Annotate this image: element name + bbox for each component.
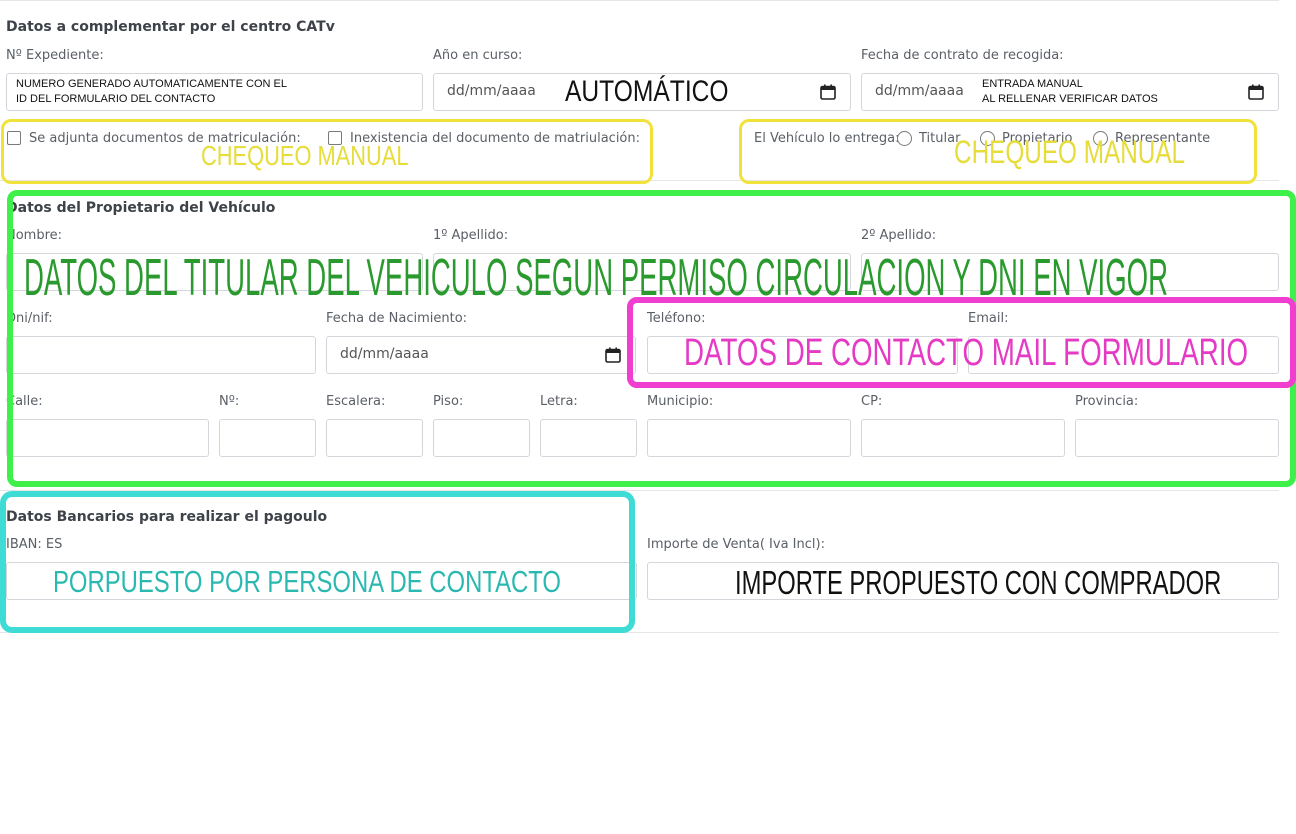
entrada-note-line1: ENTRADA MANUAL (982, 78, 1083, 90)
label-expediente: Nº Expediente: (6, 48, 104, 63)
fecha-contrato-placeholder: dd/mm/aaaa (875, 83, 964, 99)
contacto-note: DATOS DE CONTACTO MAIL FORMULARIO (684, 332, 1249, 374)
fecha-contrato-date-input[interactable]: dd/mm/aaaa ENTRADA MANUAL AL RELLENAR VE… (861, 73, 1279, 111)
calendar-icon[interactable] (820, 84, 836, 100)
annotation-box-bancarios (0, 491, 635, 633)
section-title-centro: Datos a complementar por el centro CATv (6, 19, 335, 35)
anio-date-placeholder: dd/mm/aaaa (447, 83, 536, 99)
expediente-note-line1: NUMERO GENERADO AUTOMATICAMENTE CON EL (16, 78, 287, 90)
anio-date-input[interactable]: dd/mm/aaaa AUTOMÁTICO (433, 73, 851, 111)
importe-input[interactable]: IMPORTE PROPUESTO CON COMPRADOR (647, 562, 1279, 601)
expediente-note-line2: ID DEL FORMULARIO DEL CONTACTO (16, 93, 216, 105)
label-anio: Año en curso: (433, 48, 523, 63)
automatico-note: AUTOMÁTICO (565, 75, 729, 108)
calendar-icon[interactable] (1248, 84, 1264, 100)
chequeo-note-2: CHEQUEO MANUAL (954, 134, 1186, 170)
importe-note: IMPORTE PROPUESTO CON COMPRADOR (735, 564, 1222, 601)
entrada-note-line2: AL RELLENAR VERIFICAR DATOS (982, 93, 1158, 105)
titular-note: DATOS DEL TITULAR DEL VEHICULO SEGUN PER… (24, 249, 1168, 307)
label-importe: Importe de Venta( Iva Incl): (647, 537, 825, 552)
expediente-field[interactable]: NUMERO GENERADO AUTOMATICAMENTE CON EL I… (6, 73, 423, 111)
chequeo-note-1: CHEQUEO MANUAL (201, 140, 409, 171)
iban-note: PORPUESTO POR PERSONA DE CONTACTO (53, 564, 561, 599)
top-divider (0, 0, 1279, 1)
label-fecha-contrato: Fecha de contrato de recogida: (861, 48, 1064, 63)
